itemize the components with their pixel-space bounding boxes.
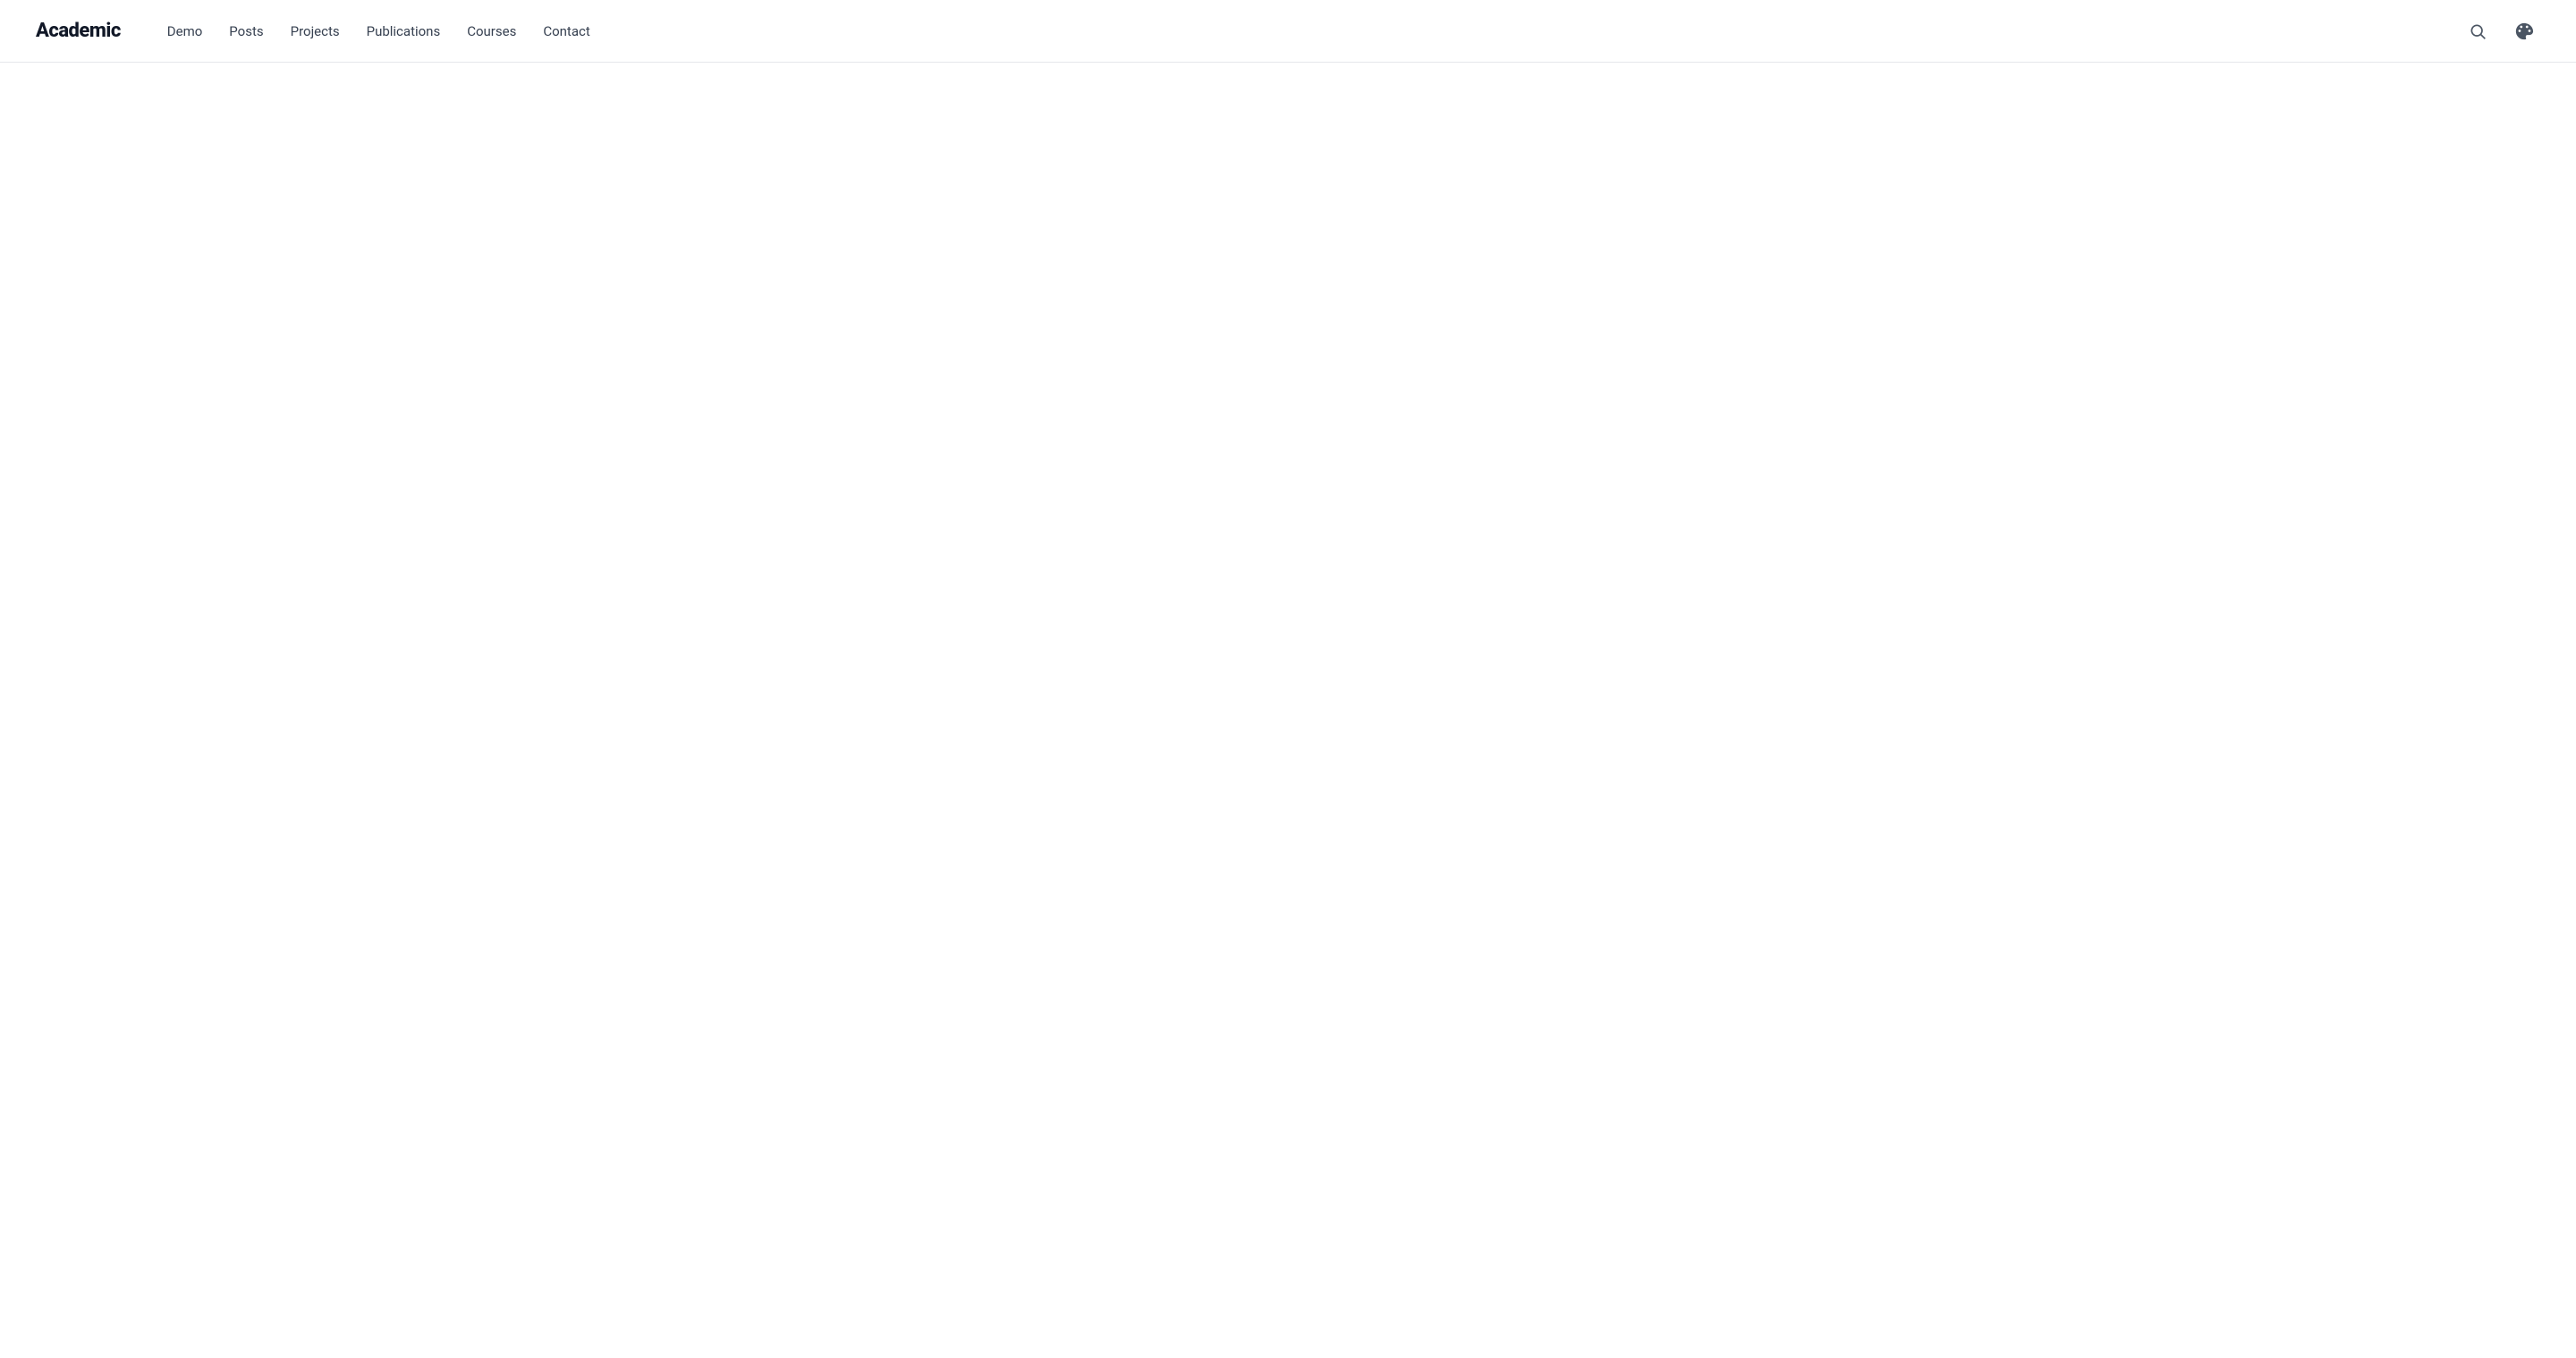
nav-item-courses[interactable]: Courses bbox=[456, 18, 527, 45]
theme-button[interactable] bbox=[2508, 15, 2540, 47]
site-header: Academic Demo Posts Projects Publication… bbox=[0, 0, 2576, 63]
site-logo[interactable]: Academic bbox=[36, 20, 121, 42]
nav-item-demo[interactable]: Demo bbox=[157, 18, 214, 45]
nav-item-posts[interactable]: Posts bbox=[218, 18, 274, 45]
nav-item-projects[interactable]: Projects bbox=[280, 18, 351, 45]
main-content bbox=[0, 63, 2576, 1358]
search-button[interactable] bbox=[2462, 15, 2494, 47]
nav-item-contact[interactable]: Contact bbox=[532, 18, 600, 45]
header-left: Academic Demo Posts Projects Publication… bbox=[36, 18, 601, 45]
main-nav: Demo Posts Projects Publications Courses… bbox=[157, 18, 601, 45]
search-icon bbox=[2469, 22, 2487, 40]
header-right bbox=[2462, 15, 2540, 47]
palette-icon bbox=[2514, 21, 2534, 41]
nav-item-publications[interactable]: Publications bbox=[356, 18, 452, 45]
